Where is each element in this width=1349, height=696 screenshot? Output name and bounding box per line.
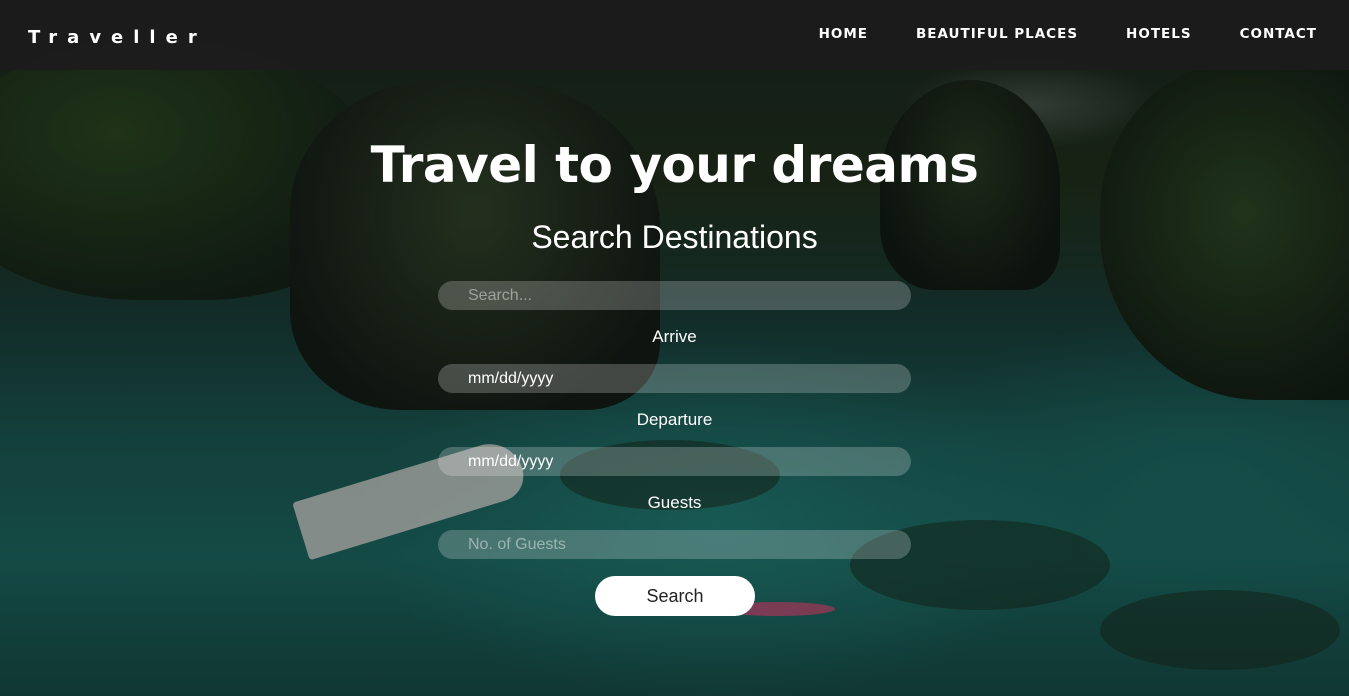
hero-content: Travel to your dreams Search Destination… [0,0,1349,696]
hero-title: Travel to your dreams [370,136,979,194]
guests-input[interactable] [438,530,911,559]
hero-subtitle: Search Destinations [531,219,818,255]
arrive-date-field[interactable] [438,364,911,393]
departure-date-field[interactable] [438,447,911,476]
departure-label: Departure [636,410,713,429]
guests-label: Guests [647,493,702,512]
search-button[interactable]: Search [595,576,755,616]
search-input[interactable] [438,281,911,310]
arrive-label: Arrive [652,327,697,346]
